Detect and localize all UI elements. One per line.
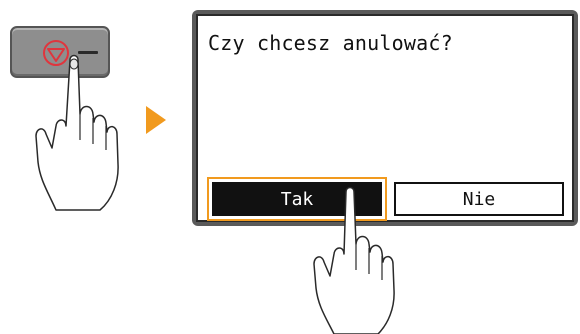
tapping-hand-icon [313, 186, 395, 334]
play-arrow-icon [146, 106, 166, 134]
pointing-hand-icon [35, 54, 119, 211]
instruction-illustration: Czy chcesz anulować? Tak Nie [0, 0, 580, 334]
cancel-prompt: Czy chcesz anulować? [208, 31, 453, 55]
